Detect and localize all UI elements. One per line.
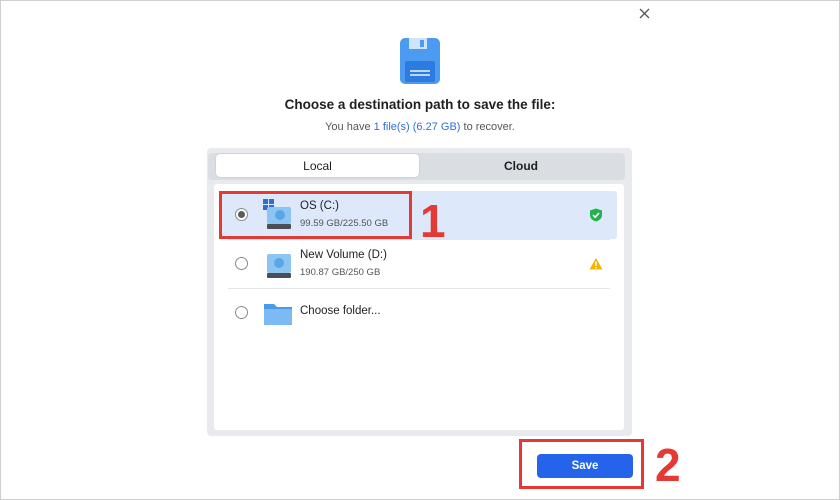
folder-icon: [264, 304, 292, 325]
location-row-choose-folder[interactable]: Choose folder...: [219, 289, 617, 337]
location-size: 190.87 GB/250 GB: [300, 267, 381, 278]
location-name: Choose folder...: [300, 305, 381, 317]
file-size-text: (6.27 GB): [409, 121, 461, 133]
annotation-box-2: [519, 439, 644, 489]
radio-new-volume-d[interactable]: [235, 257, 248, 270]
file-count-link: 1 file(s): [373, 121, 410, 133]
dialog-title: Choose a destination path to save the fi…: [284, 97, 556, 112]
subtitle-suffix: to recover.: [460, 121, 515, 133]
drive-icon: [267, 254, 291, 278]
annotation-number-1: 1: [420, 195, 446, 247]
subtitle-prefix: You have: [325, 121, 374, 133]
close-button[interactable]: [632, 3, 656, 23]
location-row-new-volume-d[interactable]: New Volume (D:) 190.87 GB/250 GB: [219, 240, 617, 288]
shield-check-icon: [590, 208, 602, 222]
tab-local[interactable]: Local: [216, 154, 419, 177]
floppy-disk-icon: [400, 38, 440, 84]
tab-cloud[interactable]: Cloud: [421, 154, 621, 177]
warning-icon: [589, 258, 603, 270]
location-tabs: Local Cloud: [208, 153, 625, 180]
dialog-subtitle: You have 1 file(s) (6.27 GB) to recover.: [0, 121, 840, 133]
close-icon: [639, 8, 649, 18]
annotation-number-2: 2: [655, 439, 681, 491]
radio-choose-folder[interactable]: [235, 306, 248, 319]
annotation-box-1: [219, 191, 412, 239]
location-name: New Volume (D:): [300, 249, 387, 261]
